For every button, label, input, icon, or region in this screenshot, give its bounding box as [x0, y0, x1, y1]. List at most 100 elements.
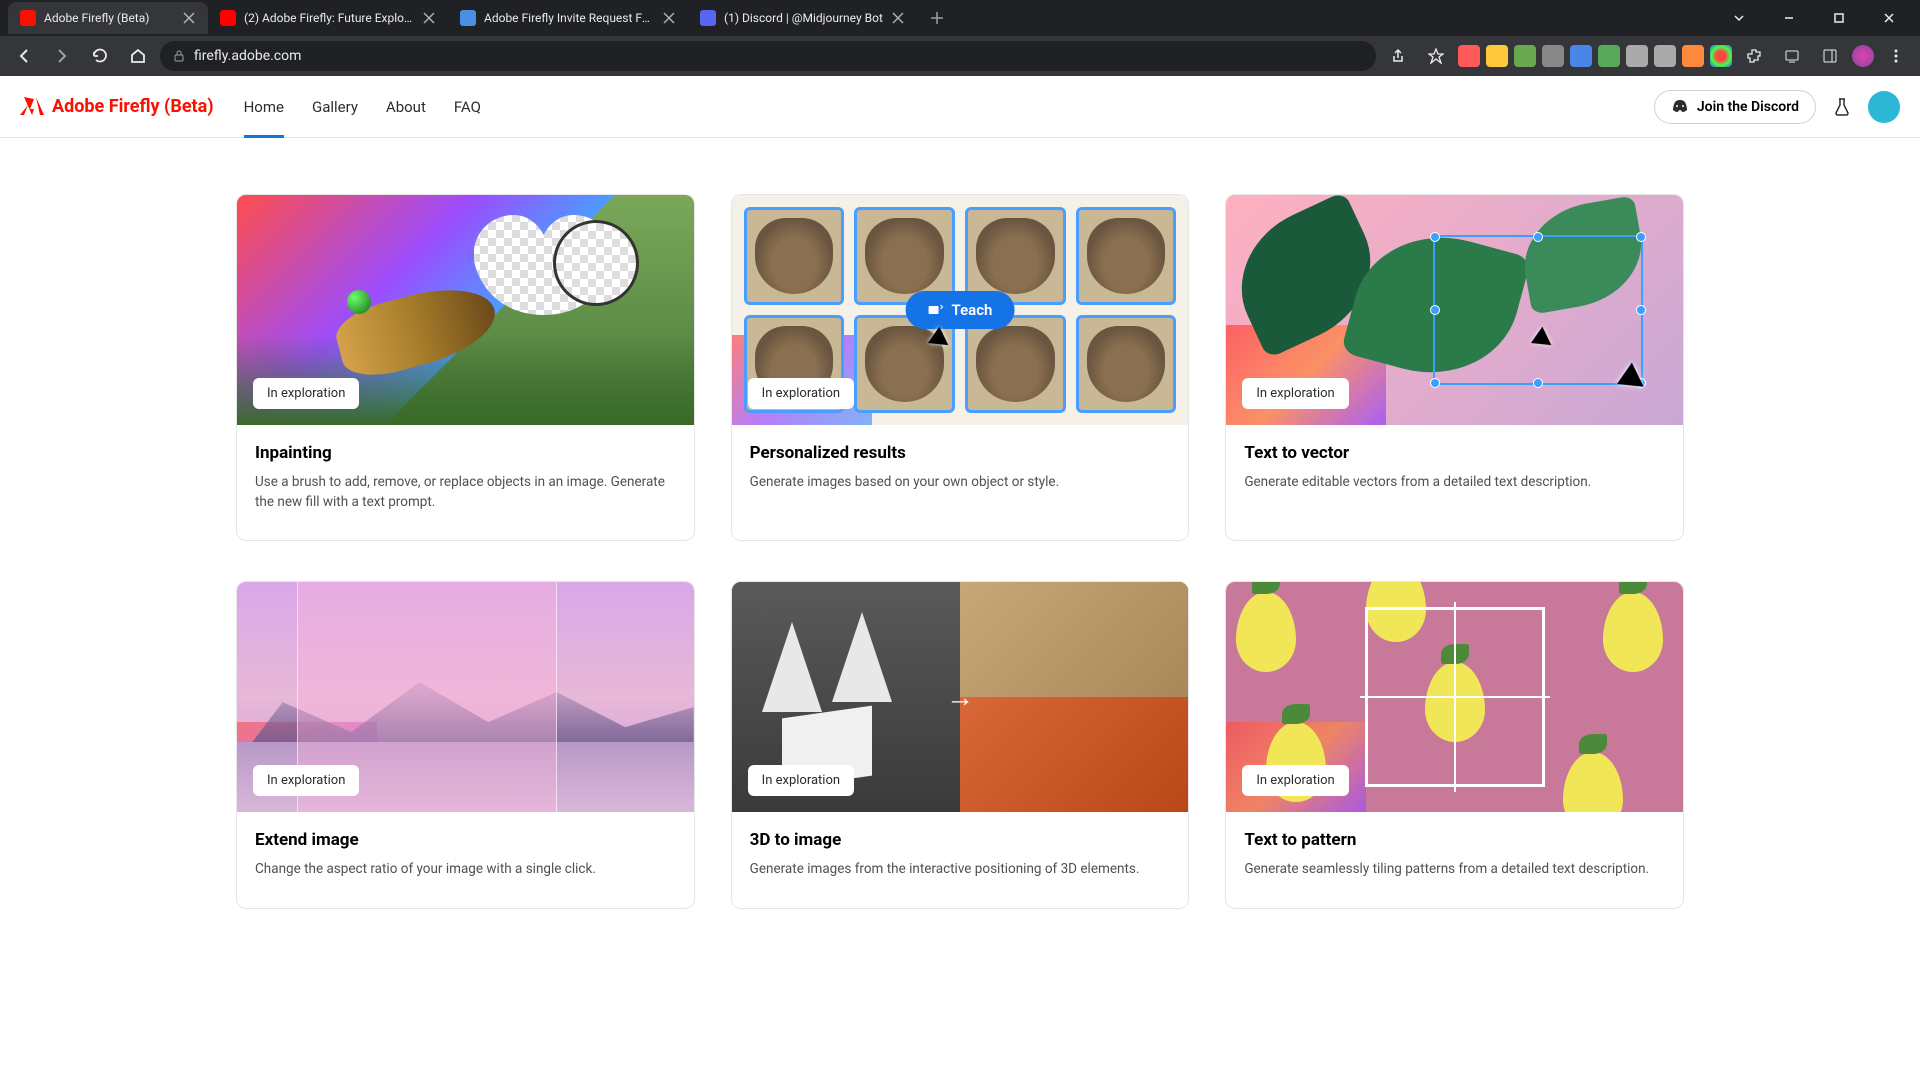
card-description: Generate seamlessly tiling patterns from… [1244, 860, 1665, 880]
side-panel-icon[interactable] [1814, 40, 1846, 72]
extension-icon[interactable] [1458, 45, 1480, 67]
card-title: Text to vector [1244, 443, 1665, 463]
url-text: firefly.adobe.com [194, 48, 301, 64]
user-avatar[interactable] [1868, 91, 1900, 123]
discord-label: Join the Discord [1697, 99, 1799, 115]
menu-icon[interactable] [1880, 40, 1912, 72]
discord-icon [1671, 100, 1689, 114]
card-image: In exploration [1226, 195, 1683, 425]
card-image: In exploration [1226, 582, 1683, 812]
flask-icon[interactable] [1832, 97, 1852, 117]
teach-icon [928, 303, 944, 317]
card-inpainting[interactable]: In exploration Inpainting Use a brush to… [236, 194, 695, 541]
address-bar[interactable]: firefly.adobe.com [160, 41, 1376, 71]
maximize-button[interactable] [1816, 2, 1862, 34]
card-text-to-pattern[interactable]: In exploration Text to pattern Generate … [1225, 581, 1684, 909]
status-badge: In exploration [1242, 765, 1348, 796]
header-right: Join the Discord [1654, 90, 1900, 124]
nav-home[interactable]: Home [244, 76, 284, 137]
card-title: Text to pattern [1244, 830, 1665, 850]
card-body: Personalized results Generate images bas… [732, 425, 1189, 521]
extension-icon[interactable] [1486, 45, 1508, 67]
card-image: In exploration [237, 195, 694, 425]
close-icon[interactable] [182, 11, 196, 25]
features-grid: In exploration Inpainting Use a brush to… [236, 194, 1684, 909]
extensions-icon[interactable] [1738, 40, 1770, 72]
nav-about[interactable]: About [386, 76, 426, 137]
teach-button: Teach [906, 291, 1015, 329]
chevron-down-icon[interactable] [1716, 2, 1762, 34]
nav-gallery[interactable]: Gallery [312, 76, 358, 137]
selection-box [1433, 235, 1643, 385]
brand-logo[interactable]: Adobe Firefly (Beta) [20, 95, 214, 119]
close-icon[interactable] [662, 11, 676, 25]
card-3d-to-image[interactable]: → In exploration 3D to image Generate im… [731, 581, 1190, 909]
card-extend-image[interactable]: In exploration Extend image Change the a… [236, 581, 695, 909]
extension-icon[interactable] [1710, 45, 1732, 67]
card-description: Use a brush to add, remove, or replace o… [255, 473, 676, 512]
card-body: Extend image Change the aspect ratio of … [237, 812, 694, 908]
status-badge: In exploration [253, 378, 359, 409]
profile-avatar[interactable] [1852, 45, 1874, 67]
extension-icon[interactable] [1542, 45, 1564, 67]
tab-firefly[interactable]: Adobe Firefly (Beta) [8, 2, 208, 34]
card-image: In exploration [237, 582, 694, 812]
card-image: Teach In exploration [732, 195, 1189, 425]
join-discord-button[interactable]: Join the Discord [1654, 90, 1816, 124]
extension-icon[interactable] [1682, 45, 1704, 67]
tab-title: Adobe Firefly (Beta) [44, 11, 174, 25]
forward-button[interactable] [46, 40, 78, 72]
cast-icon[interactable] [1776, 40, 1808, 72]
new-tab-button[interactable] [923, 4, 951, 32]
main-nav: Home Gallery About FAQ [244, 76, 481, 137]
share-icon[interactable] [1382, 40, 1414, 72]
nav-faq[interactable]: FAQ [454, 76, 481, 137]
extension-icon[interactable] [1514, 45, 1536, 67]
extension-icon[interactable] [1626, 45, 1648, 67]
card-title: 3D to image [750, 830, 1171, 850]
card-text-to-vector[interactable]: In exploration Text to vector Generate e… [1225, 194, 1684, 541]
close-icon[interactable] [422, 11, 436, 25]
card-body: Inpainting Use a brush to add, remove, o… [237, 425, 694, 540]
home-button[interactable] [122, 40, 154, 72]
tab-title: Adobe Firefly Invite Request Form [484, 11, 654, 25]
favicon [700, 10, 716, 26]
close-icon[interactable] [891, 11, 905, 25]
back-button[interactable] [8, 40, 40, 72]
status-badge: In exploration [1242, 378, 1348, 409]
browser-chrome: Adobe Firefly (Beta) (2) Adobe Firefly: … [0, 0, 1920, 76]
tab-strip: Adobe Firefly (Beta) (2) Adobe Firefly: … [0, 0, 1920, 36]
reload-button[interactable] [84, 40, 116, 72]
card-body: 3D to image Generate images from the int… [732, 812, 1189, 908]
card-body: Text to pattern Generate seamlessly tili… [1226, 812, 1683, 908]
card-description: Generate images based on your own object… [750, 473, 1171, 493]
card-image: → In exploration [732, 582, 1189, 812]
card-description: Generate images from the interactive pos… [750, 860, 1171, 880]
browser-toolbar: firefly.adobe.com [0, 36, 1920, 76]
close-window-button[interactable] [1866, 2, 1912, 34]
card-body: Text to vector Generate editable vectors… [1226, 425, 1683, 521]
arrow-right-icon: → [946, 681, 974, 714]
favicon [460, 10, 476, 26]
main-content: In exploration Inpainting Use a brush to… [0, 138, 1920, 949]
favicon [220, 10, 236, 26]
status-badge: In exploration [748, 765, 854, 796]
extension-icon[interactable] [1570, 45, 1592, 67]
lock-icon [172, 49, 186, 63]
brand-name: Adobe Firefly (Beta) [52, 96, 214, 117]
card-title: Personalized results [750, 443, 1171, 463]
card-personalized[interactable]: Teach In exploration Personalized result… [731, 194, 1190, 541]
star-icon[interactable] [1420, 40, 1452, 72]
status-badge: In exploration [253, 765, 359, 796]
tab-title: (1) Discord | @Midjourney Bot [724, 11, 883, 25]
window-controls [1716, 2, 1912, 34]
tab-discord[interactable]: (1) Discord | @Midjourney Bot [688, 2, 917, 34]
tab-youtube[interactable]: (2) Adobe Firefly: Future Explorat [208, 2, 448, 34]
tab-invite-form[interactable]: Adobe Firefly Invite Request Form [448, 2, 688, 34]
card-title: Inpainting [255, 443, 676, 463]
extension-icon[interactable] [1654, 45, 1676, 67]
card-description: Change the aspect ratio of your image wi… [255, 860, 676, 880]
minimize-button[interactable] [1766, 2, 1812, 34]
extension-icon[interactable] [1598, 45, 1620, 67]
adobe-logo-icon [20, 95, 44, 119]
